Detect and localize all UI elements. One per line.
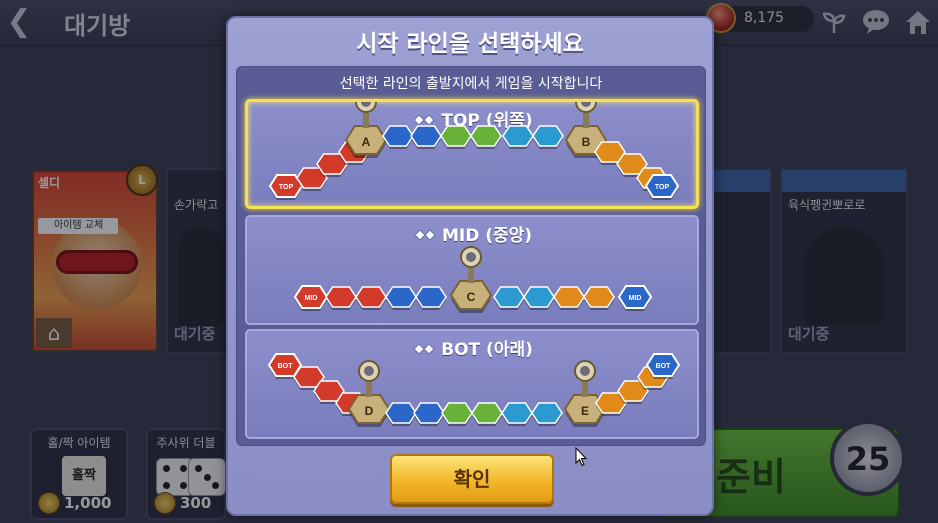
track-tile [382, 125, 414, 147]
track-tile [413, 402, 445, 424]
start-tile-label: BOT [656, 363, 672, 370]
lane-option-mid[interactable]: MID (중앙) MID C MID [245, 215, 699, 325]
track-tile [471, 402, 503, 424]
track-tile [470, 125, 502, 147]
track-tile [502, 125, 534, 147]
track-tile [385, 286, 417, 308]
track-tile [501, 402, 533, 424]
start-tile-label: BOT [278, 363, 294, 370]
base-letter: B [582, 135, 591, 149]
lane-track-top: TOP A B TOP [268, 102, 680, 200]
base-letter: C [467, 290, 476, 304]
track-tile [531, 402, 563, 424]
dialog-subtitle: 선택한 라인의 출발지에서 게임을 시작합니다 [339, 76, 603, 92]
base-letter: E [581, 404, 589, 418]
lane-track-bot: BOT D E BOT [267, 353, 681, 427]
base-letter: D [365, 404, 374, 418]
base-letter: A [362, 135, 371, 149]
confirm-button[interactable]: 확인 [390, 454, 554, 504]
lane-select-dialog: 시작 라인을 선택하세요 선택한 라인의 출발지에서 게임을 시작합니다 TOP… [226, 16, 714, 516]
track-tile [325, 286, 357, 308]
track-tile [532, 125, 564, 147]
track-tile [493, 286, 525, 308]
lane-list: 선택한 라인의 출발지에서 게임을 시작합니다 TOP (위쪽) TOP A B TO… [236, 66, 706, 446]
track-tile [385, 402, 417, 424]
track-tile [410, 125, 442, 147]
lane-option-bot[interactable]: BOT (아래) BOT D E BOT [245, 329, 699, 439]
start-tile-label: TOP [279, 184, 294, 191]
track-tile [355, 286, 387, 308]
track-tile [441, 402, 473, 424]
dialog-title: 시작 라인을 선택하세요 [356, 31, 584, 57]
track-tile [440, 125, 472, 147]
track-tile [523, 286, 555, 308]
mouse-cursor-icon [575, 447, 587, 467]
start-tile-label: TOP [655, 184, 670, 191]
start-tile-label: MID [629, 295, 642, 302]
lane-track-mid: MID C MID [293, 246, 653, 313]
lane-option-top[interactable]: TOP (위쪽) TOP A B TOP [245, 99, 699, 209]
start-tile-label: MID [305, 295, 318, 302]
track-tile [553, 286, 585, 308]
track-tile [415, 286, 447, 308]
track-tile [583, 286, 615, 308]
